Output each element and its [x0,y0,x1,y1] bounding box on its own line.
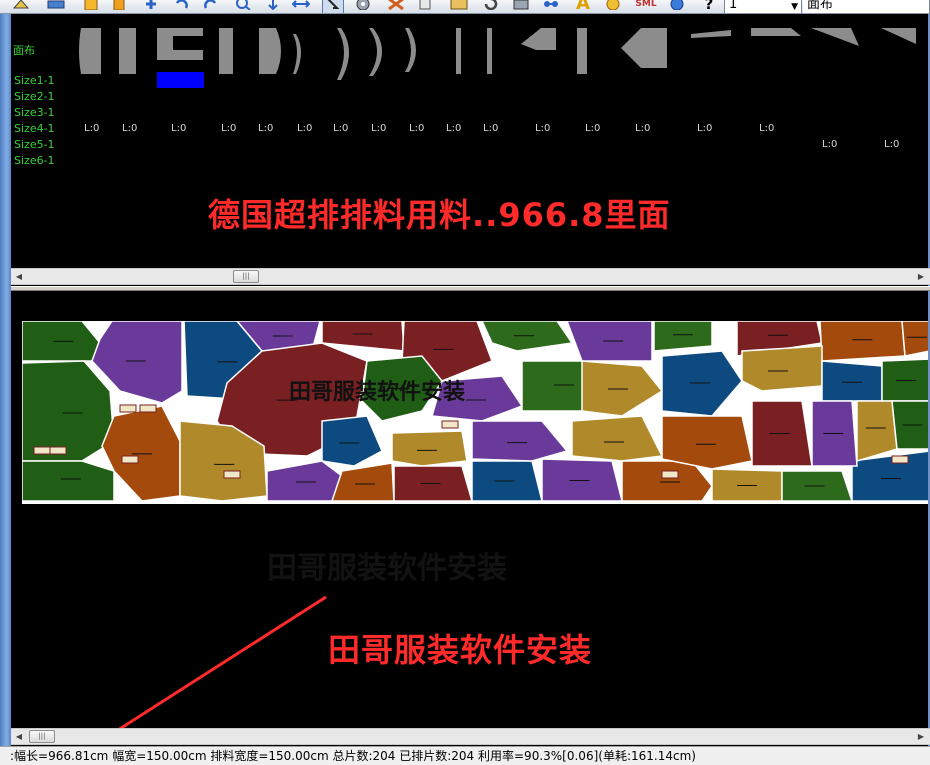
size-label: Size6-1 [14,154,55,167]
size-combo[interactable]: 1 ▼ [724,0,802,13]
selected-piece-highlight[interactable] [157,72,204,88]
piece-count-label: L:0 [297,123,313,134]
size-label: Size4-1 [14,122,55,135]
size-label: Size1-1 [14,74,55,87]
image-icon[interactable] [448,0,470,13]
piece-count-label: L:0 [822,139,838,150]
small-piece[interactable] [223,470,241,479]
text-icon[interactable]: A [572,0,594,13]
fabric-label: 面布 [13,44,35,57]
sml-icon[interactable]: SML [632,0,660,13]
scroll-thumb[interactable]: ||| [29,730,55,743]
ruler-icon[interactable] [45,0,67,13]
small-piece[interactable] [441,420,459,429]
piece-count-label: L:0 [585,123,601,134]
lower-overlay-caption: 田哥服装软件安装 [328,631,593,669]
marker-piece[interactable] [22,360,115,462]
marker-piece[interactable] [321,415,383,467]
marker-piece[interactable] [471,420,569,462]
small-piece[interactable] [891,455,909,464]
redo-icon[interactable] [200,0,222,13]
scroll-left-icon[interactable]: ◀ [12,730,26,744]
piece-count-label: L:0 [697,123,713,134]
note-icon[interactable] [80,0,102,13]
chevron-down-icon: ▼ [791,2,798,12]
marker-piece[interactable] [741,345,823,392]
piece-count-label: L:0 [483,123,499,134]
small-piece[interactable] [33,446,51,455]
mark-icon[interactable] [108,0,130,13]
piece-count-label: L:0 [84,123,100,134]
marker-piece[interactable] [571,415,664,462]
size-label: Size3-1 [14,106,55,119]
flip-icon[interactable] [290,0,312,13]
lower-horizontal-scrollbar[interactable]: ◀ ||| ▶ [11,728,930,745]
scroll-right-icon[interactable]: ▶ [914,730,928,744]
copy-icon[interactable] [415,0,437,13]
faint-watermark: 田哥服装软件安装 [267,551,507,586]
piece-count-label: L:0 [446,123,462,134]
small-piece[interactable] [139,404,157,413]
marker-piece[interactable] [22,460,115,502]
select-arrow-icon[interactable] [322,0,344,13]
piece-count-label: L:0 [759,123,775,134]
marker-layout[interactable] [22,321,928,504]
measure-icon[interactable] [10,0,32,13]
piece-count-label: L:0 [635,123,651,134]
scroll-left-icon[interactable]: ◀ [12,270,26,284]
tools-icon[interactable] [510,0,532,13]
piece-count-label: L:0 [371,123,387,134]
marker-panel[interactable]: 田哥服装软件安装 田哥服装软件安装 田哥服装软件安装 [11,291,928,728]
piece-count-label: L:0 [171,123,187,134]
piece-count-label: L:0 [535,123,551,134]
toolbar: A SML ? 1 ▼ 面布 [0,0,930,14]
marker-piece[interactable] [821,360,883,402]
refresh-icon[interactable] [480,0,502,13]
scroll-thumb[interactable]: ||| [233,270,259,283]
window-frame-left [0,14,11,765]
color-icon[interactable] [602,0,624,13]
zoom-icon[interactable] [232,0,254,13]
piece-count-label: L:0 [333,123,349,134]
status-bar: :幅长=966.81cm 幅宽=150.00cm 排料宽度=150.00cm 总… [0,746,930,765]
small-piece[interactable] [119,404,137,413]
piece-list-panel[interactable]: 面布 Size1-1 Size2-1 Size3-1 Size4-1 Size5… [11,14,928,268]
piece-count-label: L:0 [221,123,237,134]
small-piece[interactable] [661,470,679,479]
piece-shapes [79,28,916,80]
piece-add-icon[interactable] [140,0,162,13]
small-piece[interactable] [121,455,139,464]
marker-piece[interactable] [819,321,906,362]
marker-piece[interactable] [653,321,713,352]
size-label: Size2-1 [14,90,55,103]
reel-icon[interactable] [352,0,374,13]
marker-pieces [22,321,928,502]
marker-piece[interactable] [330,462,395,502]
marker-piece[interactable] [266,460,343,502]
fabric-combo[interactable]: 面布 [803,0,930,13]
size-label: Size5-1 [14,138,55,151]
piece-count-label: L:0 [884,139,900,150]
marker-overlay-caption: 田哥服装软件安装 [289,380,466,405]
connect-icon[interactable] [540,0,562,13]
small-piece[interactable] [49,446,67,455]
marker-piece[interactable] [391,430,468,467]
globe-icon[interactable] [666,0,688,13]
piece-count-label: L:0 [122,123,138,134]
help-icon[interactable]: ? [698,0,720,13]
arrow-down-icon[interactable] [262,0,284,13]
undo-icon[interactable] [170,0,192,13]
piece-count-label: L:0 [258,123,274,134]
overlay-caption: 德国超排排料用料..966.8里面 [208,196,671,234]
marker-piece[interactable] [661,415,753,470]
marker-piece[interactable] [321,321,405,352]
marker-piece[interactable] [856,400,898,463]
scroll-right-icon[interactable]: ▶ [914,270,928,284]
marker-piece[interactable] [901,321,928,357]
upper-horizontal-scrollbar[interactable]: ◀ ||| ▶ [11,268,930,285]
piece-count-label: L:0 [409,123,425,134]
grid-icon[interactable] [385,0,407,13]
